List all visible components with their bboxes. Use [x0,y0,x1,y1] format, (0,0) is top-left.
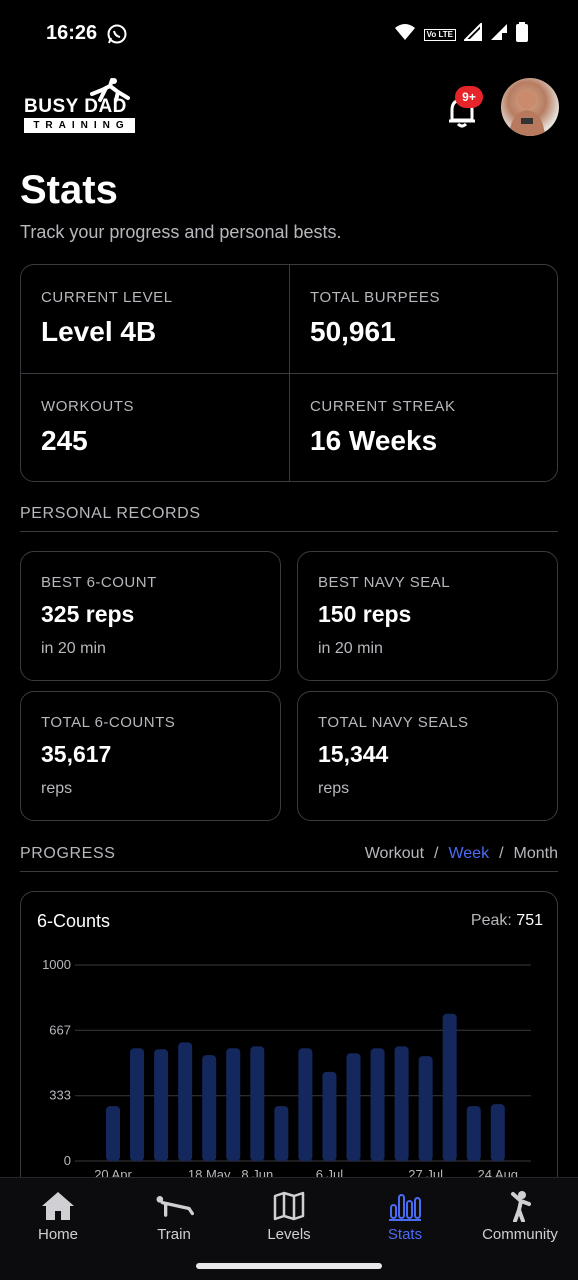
record-value: 35,617 [41,741,112,767]
chart-bar[interactable] [346,1053,361,1161]
stat-label: CURRENT STREAK [310,398,456,415]
signal-icon [462,21,482,46]
chart-bar[interactable] [250,1046,265,1161]
section-title: PERSONAL RECORDS [20,505,201,522]
chart-bar[interactable] [442,1013,457,1161]
section-title: PROGRESS [20,845,116,862]
record-label: TOTAL 6-COUNTS [41,714,176,731]
stat-current-level: CURRENT LEVEL Level 4B [21,265,289,373]
progress-header: PROGRESS Workout / Week / Month [20,845,558,872]
home-indicator[interactable] [196,1263,382,1269]
nav-levels[interactable]: Levels [231,1178,347,1258]
range-option-week[interactable]: Week [448,845,489,863]
chart-bar[interactable] [394,1046,409,1161]
range-selector: Workout / Week / Month [365,845,558,863]
nav-label: Community [482,1226,558,1243]
record-label: BEST NAVY SEAL [318,574,451,591]
nav-stats[interactable]: Stats [347,1178,463,1258]
notification-badge: 9+ [455,86,483,108]
range-option-month[interactable]: Month [514,845,558,863]
chart-bar[interactable] [466,1106,481,1161]
logo-subtitle: TRAINING [24,118,135,133]
record-label: BEST 6-COUNT [41,574,157,591]
chart-bar[interactable] [322,1071,337,1161]
range-option-workout[interactable]: Workout [365,845,424,863]
signal-r-icon [490,23,508,46]
page-subtitle: Track your progress and personal bests. [20,222,342,242]
nav-label: Stats [387,1226,423,1243]
chart-bar[interactable] [130,1048,145,1161]
stat-value: 245 [41,425,88,456]
volte-icon: Vo LTE [423,28,456,41]
chart-bar[interactable] [202,1055,217,1161]
range-separator: / [499,845,504,862]
bar-chart-icon [385,1190,425,1222]
chart-bar[interactable] [298,1048,313,1161]
busy-dad-logo[interactable]: BUSY DAD TRAINING [24,78,136,134]
stat-label: TOTAL BURPEES [310,289,441,306]
record-sub: reps [318,780,350,797]
nav-label: Levels [267,1226,311,1243]
y-tick-label: 0 [64,1153,71,1168]
stat-label: CURRENT LEVEL [41,289,173,306]
battery-icon [516,22,528,47]
nav-label: Train [157,1226,191,1243]
record-card-best-navy-seal: BEST NAVY SEAL 150 reps in 20 min [297,551,558,681]
nav-label: Home [37,1226,78,1243]
record-value: 325 reps [41,601,135,627]
record-sub: in 20 min [41,640,106,657]
y-tick-label: 1000 [42,957,71,972]
stat-label: WORKOUTS [41,398,135,415]
stat-total-burpees: TOTAL BURPEES 50,961 [289,265,557,373]
y-tick-label: 333 [49,1088,71,1103]
chart-bar[interactable] [418,1056,433,1161]
record-sub: reps [41,780,73,797]
chart-bar[interactable] [178,1042,193,1161]
stat-current-streak: CURRENT STREAK 16 Weeks [289,373,557,481]
record-value: 150 reps [318,601,412,627]
record-value: 15,344 [318,741,389,767]
record-label: TOTAL NAVY SEALS [318,714,469,731]
status-icons: Vo LTE [394,21,528,47]
map-icon [269,1190,309,1222]
stat-value: 16 Weeks [310,425,438,456]
range-separator: / [434,845,439,862]
app-header: BUSY DAD TRAINING 9+ [0,66,578,146]
status-time: 16:26 [46,22,98,44]
nav-community[interactable]: Community [462,1178,578,1258]
stat-workouts: WORKOUTS 245 [21,373,289,481]
record-sub: in 20 min [318,640,383,657]
stat-value: Level 4B [41,316,157,347]
user-avatar[interactable] [501,78,559,136]
summary-stats-card: CURRENT LEVEL Level 4B TOTAL BURPEES 50,… [20,264,558,482]
person-icon [500,1190,540,1222]
page-title: Stats [20,168,118,212]
record-card-total-navy-seals: TOTAL NAVY SEALS 15,344 reps [297,691,558,821]
chart-bar[interactable] [106,1106,120,1161]
home-icon [38,1190,78,1222]
pushup-icon [154,1190,194,1222]
chart-bar[interactable] [490,1104,505,1161]
chart-bar[interactable] [154,1049,169,1161]
chart-bar[interactable] [274,1106,289,1161]
status-bar: 16:26 Vo LTE [0,0,578,66]
y-tick-label: 667 [49,1022,71,1037]
logo-title: BUSY DAD [24,96,127,117]
nav-home[interactable]: Home [0,1178,116,1258]
chart-bar[interactable] [370,1048,385,1161]
chart-card: 6-Counts Peak: 751 1000 667 333 0 20 Apr 18 M… [20,891,558,1191]
personal-records-header: PERSONAL RECORDS [20,505,558,532]
whatsapp-icon [106,23,128,50]
wifi-icon [394,23,416,46]
bar-chart: 1000667333020 Apr 18 May 8 Jun 6 Jul 27 Jul 2… [42,957,531,1182]
stat-value: 50,961 [310,316,396,347]
record-card-total-6-counts: TOTAL 6-COUNTS 35,617 reps [20,691,281,821]
nav-train[interactable]: Train [116,1178,232,1258]
chart-bar[interactable] [226,1048,241,1161]
record-card-best-6-count: BEST 6-COUNT 325 reps in 20 min [20,551,281,681]
